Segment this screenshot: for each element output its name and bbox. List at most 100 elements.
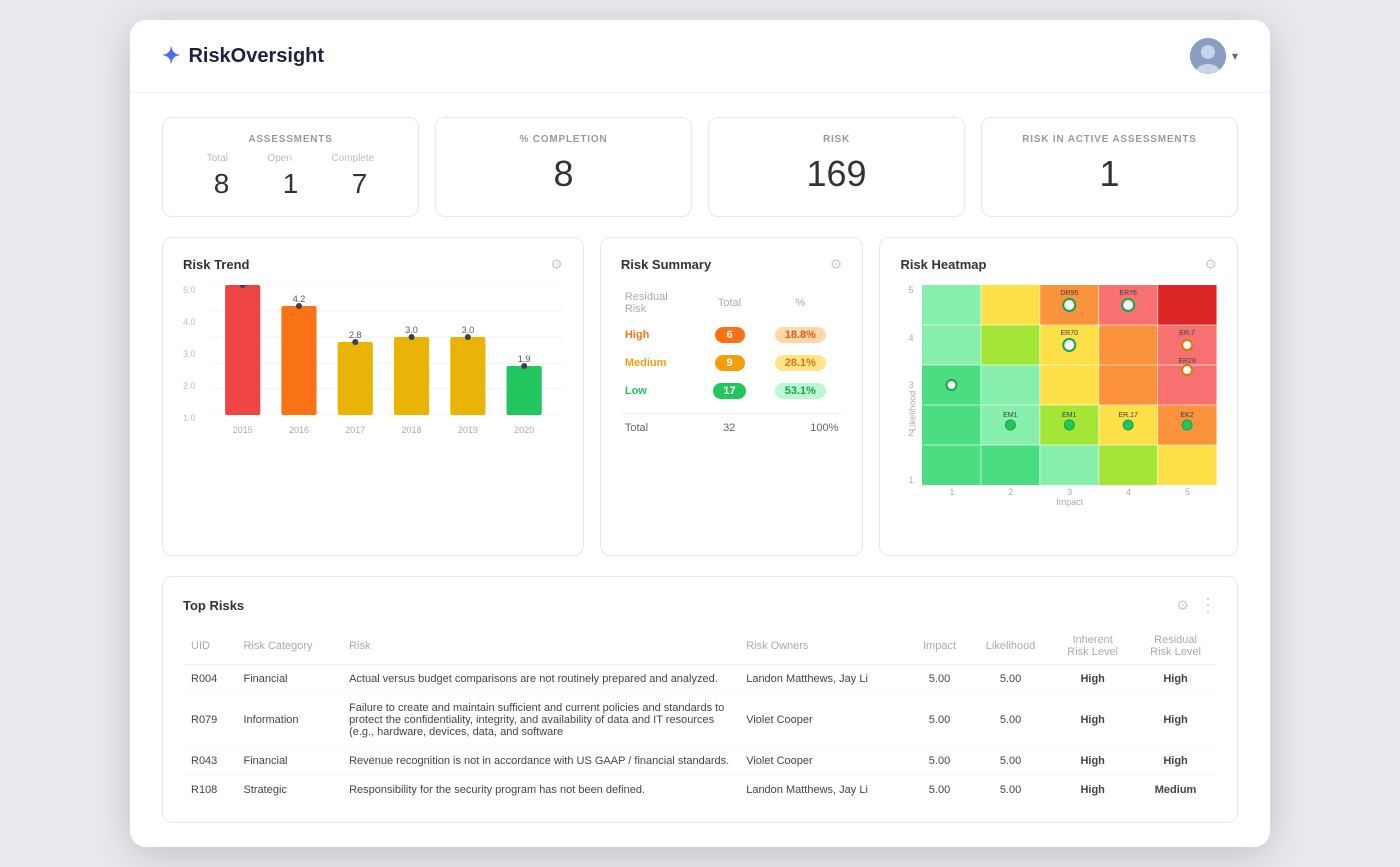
- inherent-level-cell: High: [1051, 694, 1134, 747]
- high-label: High: [625, 329, 649, 341]
- heatmap-wrapper: Likelihood 54321: [900, 285, 1217, 537]
- gear-icon[interactable]: ⚙: [550, 256, 563, 273]
- medium-pct-pill: 28.1%: [775, 355, 826, 371]
- col-category: Risk Category: [235, 628, 341, 665]
- residual-level-cell: High: [1134, 747, 1217, 776]
- svg-text:2020: 2020: [514, 425, 534, 435]
- table-row: R108 Strategic Responsibility for the se…: [183, 776, 1217, 805]
- likelihood-cell: 5.00: [970, 694, 1051, 747]
- y-axis-labels: 5.0 4.0 3.0 2.0 1.0: [183, 285, 196, 425]
- risk-summary-card: Risk Summary ⚙ ResidualRisk Total % High: [600, 237, 864, 556]
- col-uid: UID: [183, 628, 235, 665]
- risk-summary-total: Total 32 100%: [621, 413, 843, 434]
- svg-text:2016: 2016: [289, 425, 309, 435]
- top-risks-header: Top Risks ⚙ ⋮: [183, 595, 1217, 616]
- table-row: R079 Information Failure to create and m…: [183, 694, 1217, 747]
- inherent-level-cell: High: [1051, 665, 1134, 694]
- svg-text:ER76: ER76: [1120, 290, 1138, 297]
- owners-cell: Violet Cooper: [738, 694, 909, 747]
- col-impact: Impact: [909, 628, 970, 665]
- main-content: ASSESSMENTS Total Open Complete 8 1 7 % …: [130, 93, 1270, 847]
- uid-cell: R079: [183, 694, 235, 747]
- svg-text:DR95: DR95: [1061, 290, 1079, 297]
- risk-summary-gear-icon[interactable]: ⚙: [830, 256, 843, 273]
- avatar: [1190, 38, 1226, 74]
- top-risks-gear-icon[interactable]: ⚙: [1176, 597, 1189, 614]
- high-total-pill: 6: [715, 327, 745, 343]
- col-pct: %: [758, 285, 842, 321]
- risk-desc-cell: Responsibility for the security program …: [341, 776, 738, 805]
- complete-label: Complete: [331, 153, 374, 164]
- svg-text:4.2: 4.2: [293, 294, 306, 304]
- assessments-title: ASSESSMENTS: [187, 134, 394, 145]
- risk-active-title: RISK IN ACTIVE ASSESSMENTS: [1006, 134, 1213, 145]
- residual-level-cell: High: [1134, 665, 1217, 694]
- logo: ✦ RiskOversight: [162, 43, 324, 69]
- residual-level-cell: High: [1134, 694, 1217, 747]
- svg-text:3.0: 3.0: [462, 325, 475, 335]
- risk-active-card: RISK IN ACTIVE ASSESSMENTS 1: [981, 117, 1238, 217]
- category-cell: Strategic: [235, 776, 341, 805]
- svg-text:EM1: EM1: [1063, 412, 1078, 419]
- total-count: 32: [723, 422, 735, 434]
- inherent-level-cell: High: [1051, 747, 1134, 776]
- top-risks-dots-icon[interactable]: ⋮: [1199, 595, 1217, 616]
- completion-card: % COMPLETION 8: [435, 117, 692, 217]
- stat-cards-row: ASSESSMENTS Total Open Complete 8 1 7 % …: [162, 117, 1238, 217]
- completion-value: 8: [460, 153, 667, 195]
- complete-value: 7: [352, 168, 368, 200]
- risk-trend-header: Risk Trend ⚙: [183, 256, 563, 273]
- risk-summary-title: Risk Summary: [621, 257, 711, 272]
- col-residual: ResidualRisk Level: [1134, 628, 1217, 665]
- svg-text:ER.17: ER.17: [1119, 412, 1139, 419]
- risk-card: RISK 169: [708, 117, 965, 217]
- heatmap-title: Risk Heatmap: [900, 257, 986, 272]
- total-label: Total: [207, 153, 228, 164]
- heatmap-gear-icon[interactable]: ⚙: [1204, 256, 1217, 273]
- svg-text:2017: 2017: [345, 425, 365, 435]
- table-row: R043 Financial Revenue recognition is no…: [183, 747, 1217, 776]
- header: ✦ RiskOversight ▾: [130, 20, 1270, 93]
- owners-cell: Landon Matthews, Jay Li: [738, 776, 909, 805]
- risk-row-medium: Medium 9 28.1%: [621, 349, 843, 377]
- likelihood-cell: 5.00: [970, 665, 1051, 694]
- assessments-card: ASSESSMENTS Total Open Complete 8 1 7: [162, 117, 419, 217]
- table-row: R004 Financial Actual versus budget comp…: [183, 665, 1217, 694]
- risk-active-value: 1: [1006, 153, 1213, 195]
- open-label: Open: [267, 153, 291, 164]
- bars-svg: 5.0 4.2 2.8 3.0 3.0: [211, 285, 563, 435]
- risk-row-high: High 6 18.8%: [621, 321, 843, 349]
- col-likelihood: Likelihood: [970, 628, 1051, 665]
- svg-text:2018: 2018: [402, 425, 422, 435]
- heatmap-svg: DR95 ER76 ER70 ER.7 ER: [922, 285, 1217, 485]
- user-menu[interactable]: ▾: [1190, 38, 1238, 74]
- middle-row: Risk Trend ⚙ 5.0 4.0 3.0 2.0 1.0: [162, 237, 1238, 556]
- svg-text:EK2: EK2: [1181, 412, 1194, 419]
- impact-cell: 5.00: [909, 694, 970, 747]
- col-total: Total: [701, 285, 758, 321]
- table-header-row: UID Risk Category Risk Risk Owners Impac…: [183, 628, 1217, 665]
- total-pct: 100%: [810, 422, 838, 434]
- assessments-values: 8 1 7: [187, 168, 394, 200]
- risk-summary-header: Risk Summary ⚙: [621, 256, 843, 273]
- risk-summary-table: ResidualRisk Total % High 6 18.8% Medium: [621, 285, 843, 405]
- y-axis-ticks: 54321: [908, 285, 913, 485]
- medium-total-pill: 9: [715, 355, 745, 371]
- svg-text:ER.7: ER.7: [1180, 330, 1196, 337]
- risk-trend-title: Risk Trend: [183, 257, 249, 272]
- svg-text:2019: 2019: [458, 425, 478, 435]
- chevron-down-icon: ▾: [1232, 49, 1238, 63]
- top-risks-card: Top Risks ⚙ ⋮ UID Risk Category Risk Ris…: [162, 576, 1238, 823]
- x-axis-ticks: 12345: [922, 487, 1217, 497]
- top-risks-actions: ⚙ ⋮: [1176, 595, 1217, 616]
- top-risks-table: UID Risk Category Risk Risk Owners Impac…: [183, 628, 1217, 804]
- risk-row-low: Low 17 53.1%: [621, 377, 843, 405]
- risk-desc-cell: Revenue recognition is not in accordance…: [341, 747, 738, 776]
- col-inherent: InherentRisk Level: [1051, 628, 1134, 665]
- svg-text:ER70: ER70: [1061, 330, 1079, 337]
- risk-title: RISK: [733, 134, 940, 145]
- col-risk: Risk: [341, 628, 738, 665]
- category-cell: Financial: [235, 665, 341, 694]
- low-label: Low: [625, 385, 647, 397]
- uid-cell: R108: [183, 776, 235, 805]
